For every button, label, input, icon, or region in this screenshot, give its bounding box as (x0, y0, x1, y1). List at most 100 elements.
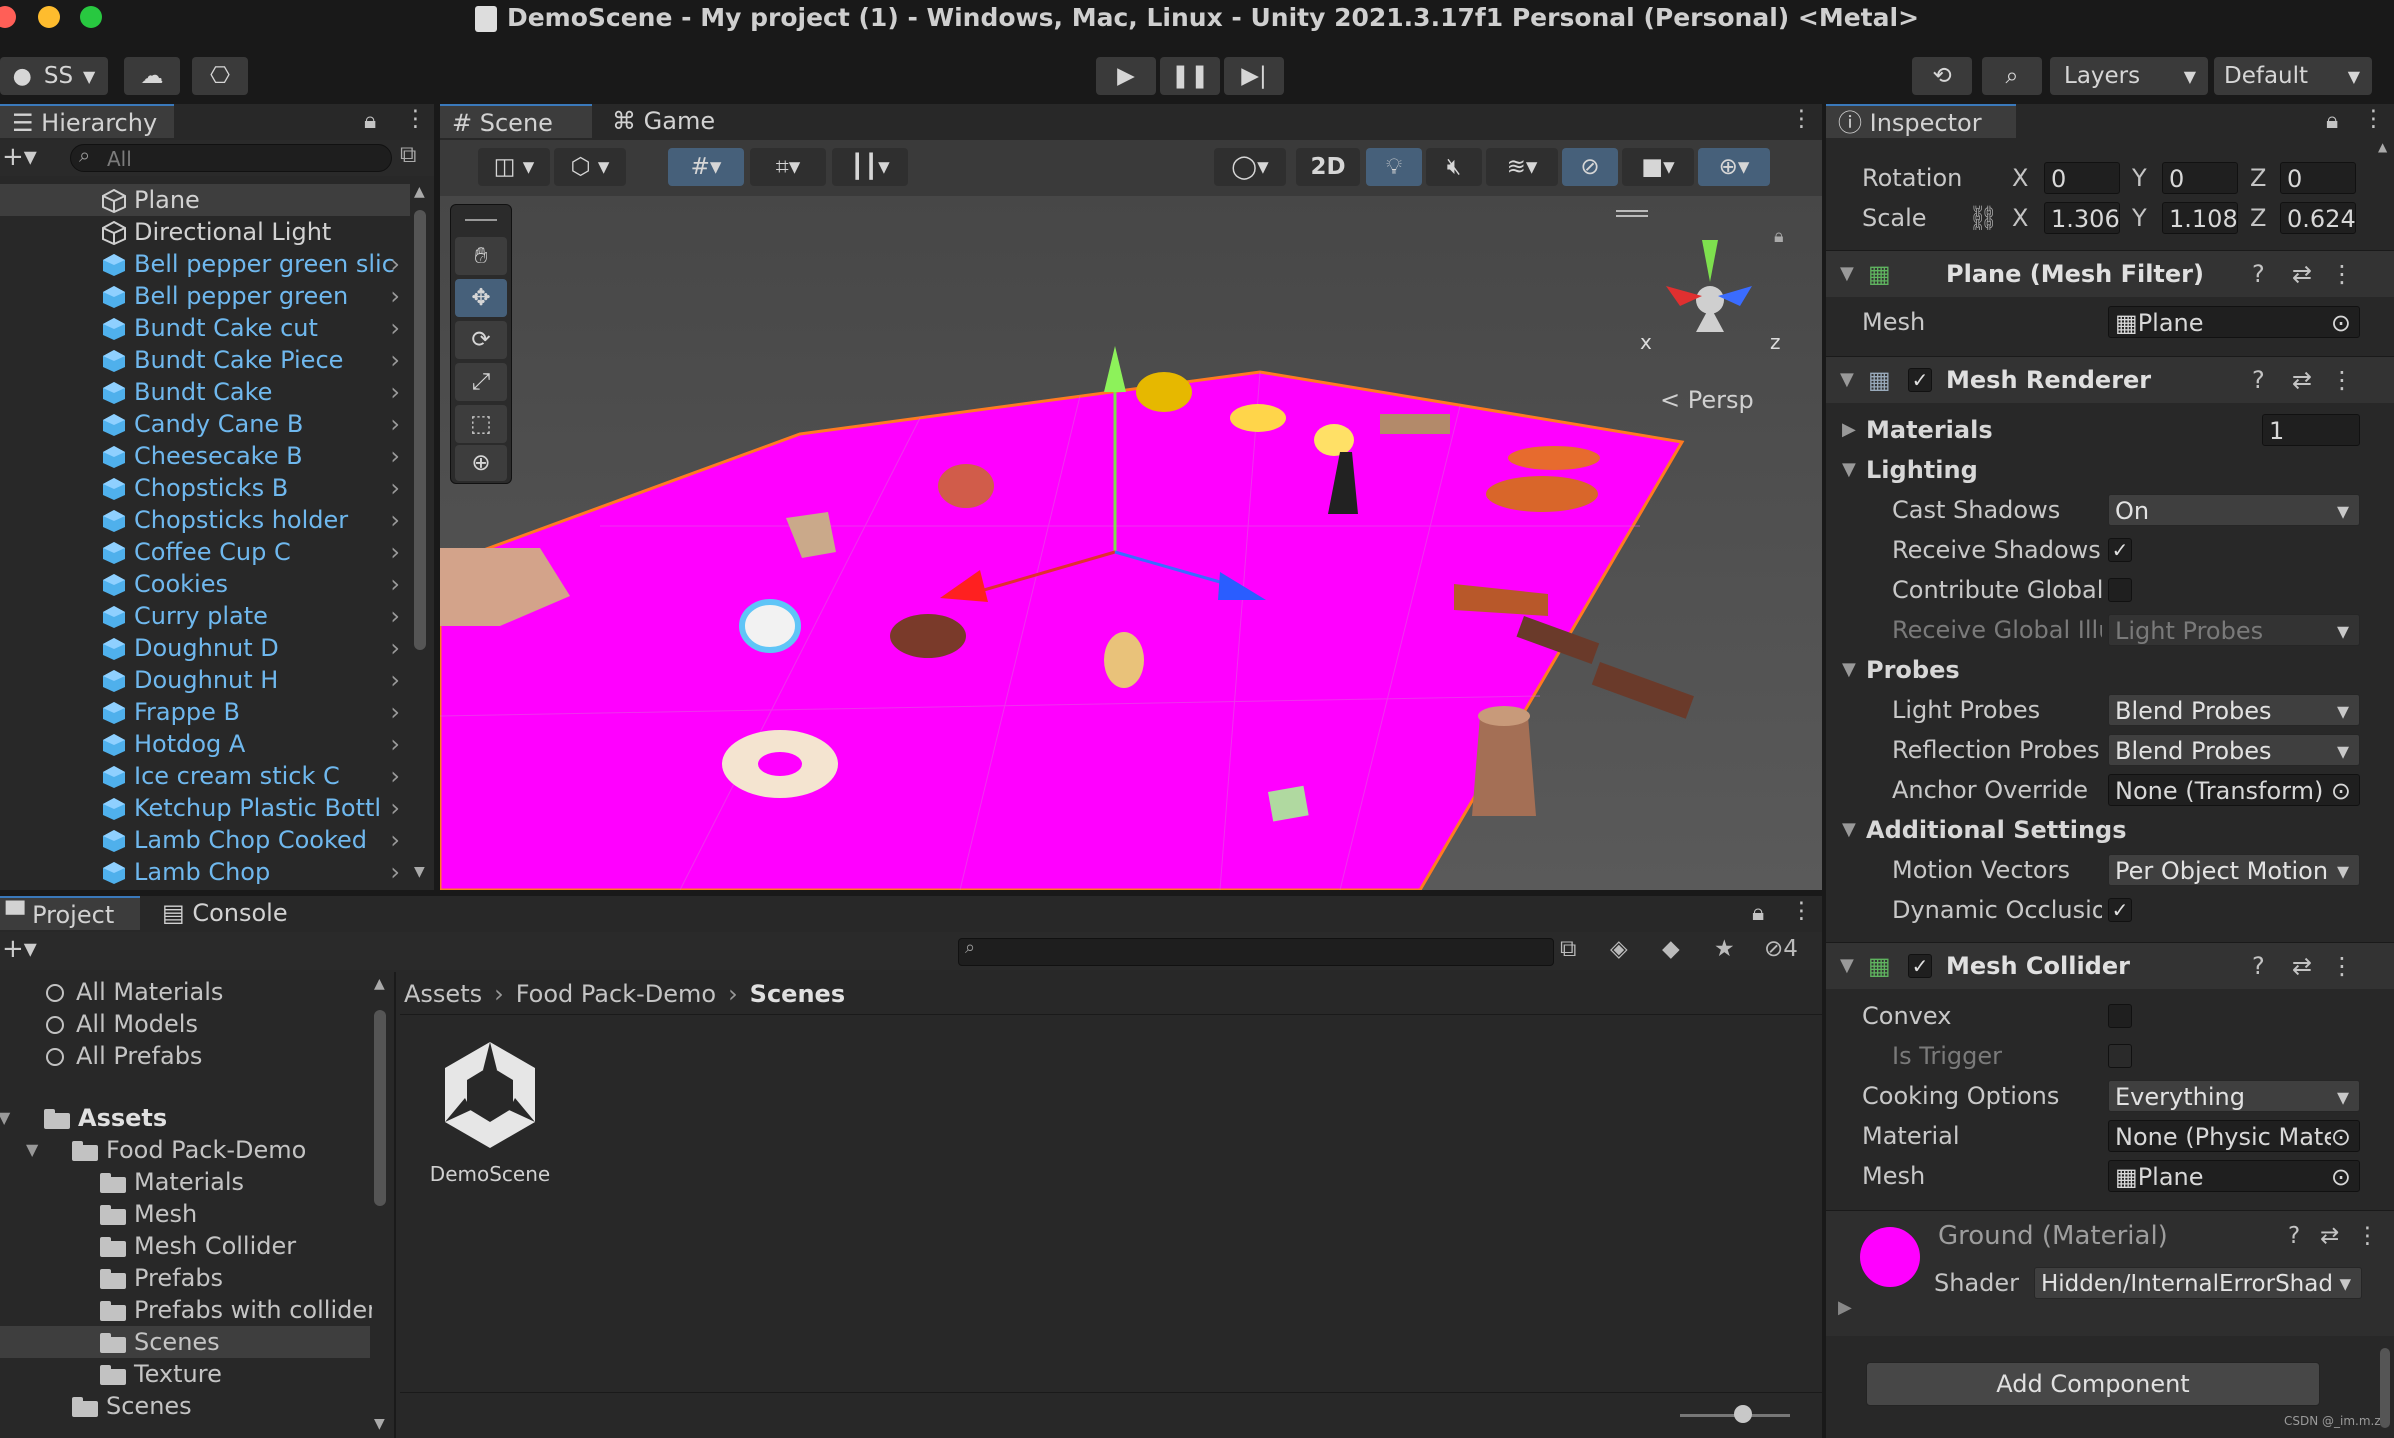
account-dropdown[interactable]: ● SS ▼ (0, 57, 108, 95)
hierarchy-item[interactable]: Chopsticks B › (0, 472, 410, 504)
chevron-right-icon[interactable]: › (390, 344, 400, 376)
scale-link-icon[interactable]: ⛓ (1968, 198, 1998, 238)
mesh-renderer-enabled-checkbox[interactable]: ✓ (1908, 368, 1932, 392)
hidden-packages-button[interactable]: ⊘4 (1764, 936, 1798, 962)
scale-tool[interactable]: ⤢ (455, 363, 507, 401)
layout-dropdown[interactable]: Default ▼ (2214, 57, 2372, 95)
material-preview[interactable] (1860, 1227, 1920, 1287)
hierarchy-search-input[interactable]: ⌕ All (70, 143, 392, 172)
move-tool[interactable]: ✥ (455, 279, 507, 317)
anchor-override-field[interactable]: None (Transform) ⊙ (2108, 774, 2360, 806)
chevron-right-icon[interactable]: › (390, 600, 400, 632)
chevron-right-icon[interactable]: › (390, 472, 400, 504)
probes-foldout[interactable]: ▼ Probes (1826, 650, 2394, 690)
chevron-right-icon[interactable]: › (390, 760, 400, 792)
help-icon[interactable]: ? (2252, 943, 2265, 989)
object-picker-icon[interactable]: ⊙ (2331, 775, 2351, 805)
foldout-arrow-icon[interactable]: ▼ (1842, 650, 1856, 690)
scale-x-field[interactable]: 1.3065 (2044, 202, 2120, 234)
folder-item[interactable]: ▼ Food Pack-Demo (0, 1134, 370, 1166)
chevron-right-icon[interactable]: › (390, 280, 400, 312)
add-icon[interactable]: +▾ (2, 142, 37, 172)
chevron-right-icon[interactable]: › (390, 696, 400, 728)
chevron-right-icon[interactable]: › (390, 632, 400, 664)
hierarchy-item[interactable]: Plane (0, 184, 410, 216)
folder-item[interactable]: Texture (0, 1358, 370, 1390)
undo-history-button[interactable]: ⟲ (1912, 57, 1972, 95)
chevron-right-icon[interactable]: › (390, 440, 400, 472)
hierarchy-item[interactable]: Chopsticks holder › (0, 504, 410, 536)
tab-project[interactable]: ▀ Project (0, 896, 140, 930)
dynamic-occlusion-checkbox[interactable]: ✓ (2108, 898, 2132, 922)
chevron-right-icon[interactable]: › (390, 312, 400, 344)
hierarchy-item[interactable]: Coffee Cup C › (0, 536, 410, 568)
folder-item[interactable]: Scenes (0, 1390, 370, 1422)
more-icon[interactable]: ⋮ (2356, 1223, 2379, 1249)
hierarchy-item[interactable]: Cheesecake B › (0, 440, 410, 472)
materials-row[interactable]: ▶ Materials 1 (1826, 410, 2394, 450)
chevron-right-icon[interactable]: › (390, 536, 400, 568)
render-mode-dropdown[interactable]: ⬡ ▾ (554, 148, 626, 186)
more-icon[interactable]: ⋮ (2330, 943, 2354, 989)
lock-icon[interactable]: 🔒︎ (2326, 108, 2338, 134)
chevron-right-icon[interactable]: › (390, 376, 400, 408)
tab-scene[interactable]: # Scene (440, 104, 592, 138)
chevron-right-icon[interactable]: › (390, 408, 400, 440)
object-picker-icon[interactable]: ⊙ (2331, 1161, 2351, 1191)
presets-icon[interactable]: ⇄ (2292, 357, 2312, 403)
label-icon[interactable]: ◆ (1662, 936, 1680, 962)
rotation-y-field[interactable]: 0 (2162, 162, 2238, 194)
foldout-arrow-icon[interactable]: ▼ (0, 1102, 10, 1134)
rotation-z-field[interactable]: 0 (2280, 162, 2356, 194)
favorite-item[interactable]: All Models (0, 1008, 370, 1040)
more-icon[interactable]: ⋮ (2362, 106, 2385, 132)
scale-y-field[interactable]: 1.1087 (2162, 202, 2238, 234)
hierarchy-item[interactable]: Curry plate › (0, 600, 410, 632)
help-icon[interactable]: ? (2288, 1223, 2300, 1249)
mesh-renderer-header[interactable]: ▼ ▦ ✓ Mesh Renderer ? ⇄ ⋮ (1826, 356, 2394, 403)
overlay-menu-icon[interactable] (1616, 210, 1648, 212)
visibility-toggle[interactable]: ⊘ (1562, 148, 1618, 186)
chevron-right-icon[interactable]: › (390, 664, 400, 696)
presets-icon[interactable]: ⇄ (2292, 943, 2312, 989)
tab-console[interactable]: ▤ Console (150, 896, 310, 930)
presets-icon[interactable]: ⇄ (2320, 1223, 2339, 1249)
hierarchy-item[interactable]: Ketchup Plastic Bottl › (0, 792, 410, 824)
breadcrumb-assets[interactable]: Assets (404, 980, 482, 1008)
reflection-probes-dropdown[interactable]: Blend Probes (2108, 734, 2360, 766)
asset-tile-demoscene[interactable]: DemoScene (420, 1036, 560, 1206)
foldout-arrow-icon[interactable]: ▶ (1838, 1297, 1852, 1318)
lock-icon[interactable]: 🔒︎ (1752, 900, 1764, 926)
lock-icon[interactable]: 🔒︎ (364, 108, 376, 134)
play-button[interactable]: ▶ (1096, 57, 1156, 95)
hierarchy-item[interactable]: Candy Cane B › (0, 408, 410, 440)
hierarchy-item[interactable]: Bell pepper green › (0, 280, 410, 312)
foldout-arrow-icon[interactable]: ▼ (1842, 450, 1856, 490)
cloud-button[interactable]: ☁ (124, 57, 180, 95)
foldout-arrow-icon[interactable]: ▼ (1840, 357, 1854, 403)
object-picker-icon[interactable]: ⊙ (2330, 1121, 2351, 1151)
effects-dropdown[interactable]: ≋▾ (1486, 148, 1558, 186)
hierarchy-item[interactable]: Lamb Chop Cooked › (0, 824, 410, 856)
hierarchy-item[interactable]: Doughnut H › (0, 664, 410, 696)
grid-snap-dropdown[interactable]: #▾ (668, 148, 744, 186)
favorite-item[interactable]: All Materials (0, 976, 370, 1008)
increment-snap-dropdown[interactable]: ⌗▾ (750, 148, 826, 186)
lighting-toggle[interactable]: 💡︎ (1366, 148, 1422, 186)
transform-tool[interactable]: ⊕ (455, 445, 507, 481)
collider-mesh-field[interactable]: ▦Plane ⊙ (2108, 1160, 2360, 1192)
search-by-type-icon[interactable]: ⧉ (1560, 936, 1576, 962)
more-icon[interactable]: ⋮ (1790, 898, 1813, 924)
hierarchy-item[interactable]: Directional Light (0, 216, 410, 248)
hand-tool[interactable]: ✋︎ (455, 237, 507, 275)
hierarchy-item[interactable]: Bundt Cake › (0, 376, 410, 408)
toggle-2d-button[interactable]: 2D (1296, 148, 1360, 186)
add-component-button[interactable]: Add Component (1866, 1362, 2320, 1406)
collider-material-field[interactable]: None (Physic Mate ⊙ (2108, 1120, 2360, 1152)
folder-item[interactable]: Materials (0, 1166, 370, 1198)
help-icon[interactable]: ? (2252, 357, 2265, 403)
contribute-gi-checkbox[interactable] (2108, 578, 2132, 602)
foldout-arrow-icon[interactable]: ▼ (1840, 251, 1854, 297)
mesh-collider-header[interactable]: ▼ ▦ ✓ Mesh Collider ? ⇄ ⋮ (1826, 942, 2394, 989)
star-icon[interactable]: ★ (1714, 936, 1735, 962)
